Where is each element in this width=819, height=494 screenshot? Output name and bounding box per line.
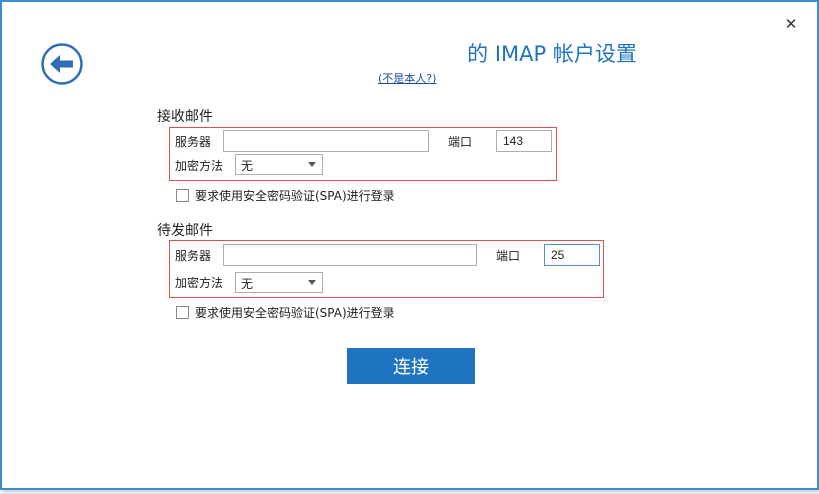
incoming-encryption-select[interactable]: 无 [235,154,323,175]
not-you-link[interactable]: (不是本人?) [378,70,436,86]
connect-button[interactable]: 连接 [347,348,475,384]
dialog-title: 的 IMAP 帐户设置 [467,42,637,66]
outgoing-spa-label: 要求使用安全密码验证(SPA)进行登录 [195,306,395,320]
outgoing-encryption-value: 无 [241,277,254,291]
outgoing-encryption-label: 加密方法 [175,276,224,290]
outgoing-spa-checkbox-row[interactable]: 要求使用安全密码验证(SPA)进行登录 [176,304,395,321]
incoming-port-label: 端口 [448,135,473,149]
incoming-section-title: 接收邮件 [157,109,213,125]
outgoing-server-label: 服务器 [175,249,212,263]
incoming-spa-checkbox[interactable] [176,189,189,202]
outgoing-section-title: 待发邮件 [157,223,213,239]
chevron-down-icon [308,280,316,285]
incoming-server-label: 服务器 [175,135,212,149]
incoming-spa-checkbox-row[interactable]: 要求使用安全密码验证(SPA)进行登录 [176,187,395,204]
outgoing-port-input[interactable] [544,244,600,266]
outgoing-spa-checkbox[interactable] [176,306,189,319]
outgoing-encryption-select[interactable]: 无 [235,272,323,293]
imap-settings-dialog: ✕ 的 IMAP 帐户设置 (不是本人?) 接收邮件 服务器 端口 加密方法 无… [0,0,819,490]
outgoing-server-input[interactable] [223,244,477,266]
incoming-encryption-label: 加密方法 [175,159,224,173]
close-button[interactable]: ✕ [778,12,804,36]
incoming-port-input[interactable] [496,130,552,152]
incoming-server-input[interactable] [223,130,429,152]
incoming-spa-label: 要求使用安全密码验证(SPA)进行登录 [195,189,395,203]
outgoing-port-label: 端口 [496,249,521,263]
close-icon: ✕ [784,15,798,33]
incoming-encryption-value: 无 [241,159,254,173]
chevron-down-icon [308,162,316,167]
